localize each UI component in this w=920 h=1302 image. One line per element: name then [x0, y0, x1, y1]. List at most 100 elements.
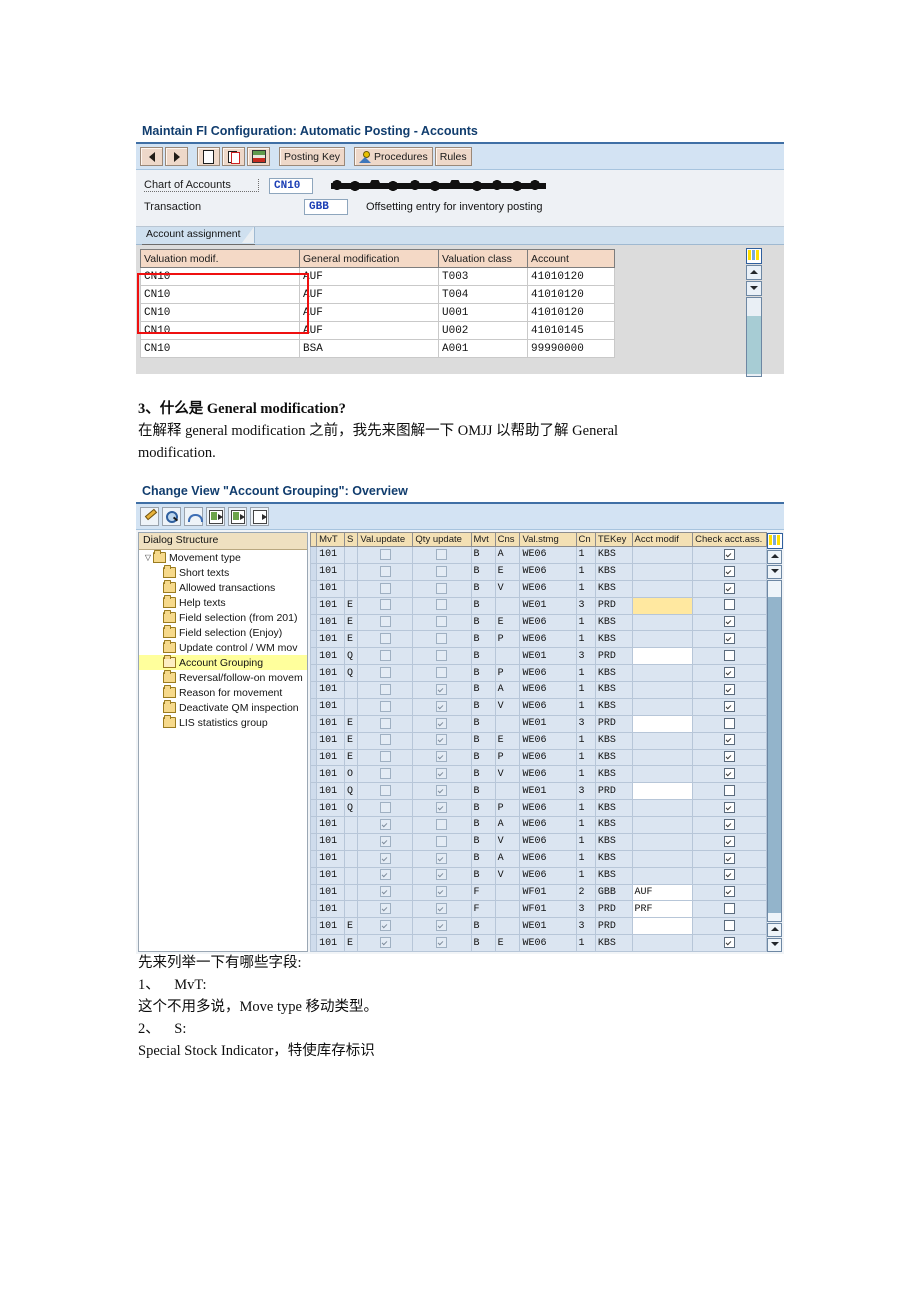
tree-item-update-control-wm-mov[interactable]: Update control / WM mov	[139, 640, 307, 655]
cell[interactable]: WE06	[519, 816, 577, 834]
cell[interactable]: WE01	[519, 917, 577, 936]
checkbox-cell[interactable]	[357, 698, 414, 716]
col-cn[interactable]: Cn	[575, 532, 596, 547]
table-row[interactable]: 101 B A WE06 1 KBS	[310, 816, 767, 834]
table-row[interactable]: 101 E B P WE06 1 KBS	[310, 630, 767, 649]
checkbox-cell[interactable]	[692, 782, 767, 801]
cell[interactable]: 101	[316, 546, 345, 564]
col-valuation-class[interactable]: Valuation class	[438, 249, 528, 268]
cell[interactable]	[494, 597, 521, 615]
procedures-button[interactable]: Procedures	[354, 147, 433, 166]
checkbox-icon[interactable]	[724, 548, 736, 560]
table-row[interactable]: 101 Q B WE01 3 PRD	[310, 647, 767, 666]
cell[interactable]: 1	[575, 799, 596, 817]
scroll-down-button[interactable]	[746, 281, 762, 296]
cell[interactable]: 3	[575, 917, 596, 936]
checkbox-icon[interactable]	[379, 886, 391, 898]
checkbox-cell[interactable]	[692, 934, 767, 952]
cell[interactable]: 1	[575, 546, 596, 564]
cell[interactable]: WE01	[519, 647, 577, 666]
cell[interactable]: V	[494, 698, 521, 716]
cell[interactable]: KBS	[594, 614, 633, 632]
cell[interactable]: V	[494, 833, 521, 851]
cell[interactable]: KBS	[594, 732, 633, 750]
cell[interactable]: B	[470, 833, 496, 851]
checkbox-icon[interactable]	[379, 869, 391, 881]
checkbox-icon[interactable]	[724, 565, 736, 577]
cell[interactable]: E	[343, 597, 359, 615]
col-general-modification[interactable]: General modification	[299, 249, 439, 268]
checkbox-cell[interactable]	[692, 681, 767, 699]
checkbox-icon[interactable]	[379, 835, 391, 847]
checkbox-cell[interactable]	[412, 884, 472, 902]
checkbox-cell[interactable]	[412, 664, 472, 682]
col-check-acct-ass[interactable]: Check acct.ass.	[692, 532, 767, 547]
tab-account-assignment[interactable]: Account assignment	[142, 227, 255, 245]
cell[interactable]: 3	[575, 782, 596, 801]
checkbox-cell[interactable]	[357, 732, 414, 750]
cell[interactable]: B	[470, 647, 496, 666]
checkbox-icon[interactable]	[724, 886, 736, 898]
cell[interactable]: 101	[316, 715, 345, 733]
undo-button[interactable]	[184, 507, 203, 526]
checkbox-cell[interactable]	[692, 580, 767, 598]
checkbox-cell[interactable]	[357, 782, 414, 801]
cell[interactable]: F	[470, 884, 496, 902]
checkbox-icon[interactable]	[379, 785, 391, 797]
checkbox-cell[interactable]	[412, 816, 472, 834]
col-val-update[interactable]: Val.update	[357, 532, 414, 547]
tree-item-account-grouping[interactable]: Account Grouping	[139, 655, 307, 670]
cell[interactable]: 2	[575, 884, 596, 902]
checkbox-icon[interactable]	[724, 650, 736, 662]
cell[interactable]: 1	[575, 934, 596, 952]
cell[interactable]: P	[494, 799, 521, 817]
checkbox-icon[interactable]	[379, 717, 391, 729]
cell[interactable]: U002	[438, 321, 528, 340]
cell[interactable]: 41010145	[527, 321, 615, 340]
table-row[interactable]: 101 B V WE06 1 KBS	[310, 580, 767, 598]
cell[interactable]: KBS	[594, 816, 633, 834]
cell[interactable]: WE06	[519, 934, 577, 952]
checkbox-icon[interactable]	[724, 751, 736, 763]
checkbox-cell[interactable]	[412, 715, 472, 733]
checkbox-cell[interactable]	[692, 630, 767, 649]
scroll-up-button-3[interactable]	[767, 923, 782, 937]
checkbox-cell[interactable]	[412, 765, 472, 784]
checkbox-cell[interactable]	[692, 614, 767, 632]
cell[interactable]: KBS	[594, 799, 633, 817]
scroll-up-button-2[interactable]	[767, 550, 782, 564]
cell[interactable]: KBS	[594, 580, 633, 598]
checkbox-cell[interactable]	[412, 917, 472, 936]
checkbox-cell[interactable]	[357, 614, 414, 632]
cell[interactable]: 1	[575, 765, 596, 784]
cell[interactable]: A	[494, 681, 521, 699]
cell[interactable]: B	[470, 664, 496, 682]
cell[interactable]: KBS	[594, 681, 633, 699]
checkbox-icon[interactable]	[436, 768, 448, 780]
cell[interactable]	[631, 934, 694, 952]
checkbox-cell[interactable]	[412, 833, 472, 851]
cell[interactable]: 101	[316, 816, 345, 834]
cell[interactable]: KBS	[594, 850, 633, 868]
checkbox-icon[interactable]	[436, 936, 448, 948]
cell[interactable]: WE06	[519, 681, 577, 699]
checkbox-cell[interactable]	[357, 900, 414, 919]
cell[interactable]: 1	[575, 833, 596, 851]
cell[interactable]: F	[470, 900, 496, 919]
cell[interactable]: KBS	[594, 765, 633, 784]
checkbox-icon[interactable]	[379, 734, 391, 746]
checkbox-cell[interactable]	[357, 563, 414, 581]
tree-item-help-texts[interactable]: Help texts	[139, 595, 307, 610]
cell[interactable]: 101	[316, 934, 345, 952]
checkbox-icon[interactable]	[379, 565, 391, 577]
cell[interactable]: AUF	[299, 267, 439, 286]
checkbox-icon[interactable]	[436, 616, 448, 628]
cell[interactable]	[494, 900, 521, 919]
col-valuation-modif[interactable]: Valuation modif.	[140, 249, 300, 268]
cell[interactable]: 1	[575, 867, 596, 885]
cell[interactable]: PRD	[594, 715, 633, 733]
checkbox-cell[interactable]	[357, 647, 414, 666]
cell[interactable]: PRD	[594, 647, 633, 666]
table-row[interactable]: 101 E B P WE06 1 KBS	[310, 749, 767, 767]
layout-button[interactable]	[247, 147, 270, 166]
